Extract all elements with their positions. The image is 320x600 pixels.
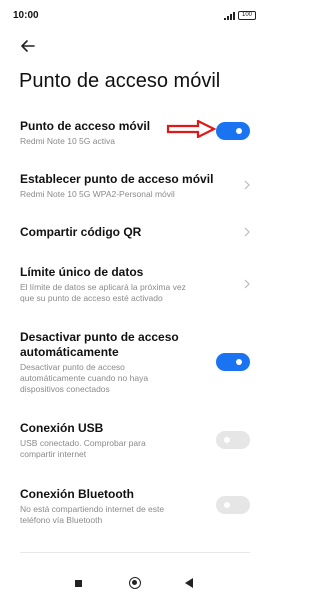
setting-row-usb[interactable]: Conexión USB USB conectado. Comprobar pa… xyxy=(0,418,270,462)
setting-row-data-limit[interactable]: Límite único de datos El límite de datos… xyxy=(0,262,270,306)
toggle-knob xyxy=(236,128,242,134)
battery-icon: 100 xyxy=(238,11,256,20)
chevron-right-icon xyxy=(244,180,250,190)
usb-toggle[interactable] xyxy=(216,431,250,449)
status-bar: 10:00 100 xyxy=(0,0,270,30)
signal-icon xyxy=(224,12,235,20)
setting-subtitle-line: El límite de datos se aplicará la próxim… xyxy=(20,282,186,292)
setting-title-line: automáticamente xyxy=(20,345,119,359)
setting-title: Conexión Bluetooth xyxy=(20,487,134,501)
setting-row-configure-hotspot[interactable]: Establecer punto de acceso móvil Redmi N… xyxy=(0,168,270,204)
setting-subtitle-line: teléfono vía Bluetooth xyxy=(20,515,103,525)
setting-row-share-qr[interactable]: Compartir código QR xyxy=(0,220,270,244)
setting-subtitle-line: compartir internet xyxy=(20,449,87,459)
bluetooth-toggle[interactable] xyxy=(216,496,250,514)
navigation-bar xyxy=(0,568,270,600)
chevron-right-icon xyxy=(244,279,250,289)
home-circle-icon[interactable] xyxy=(129,577,141,589)
setting-title: Límite único de datos xyxy=(20,265,144,279)
setting-row-auto-disable[interactable]: Desactivar punto de acceso automáticamen… xyxy=(0,328,270,396)
setting-row-hotspot[interactable]: Punto de acceso móvil Redmi Note 10 5G a… xyxy=(0,115,270,155)
setting-subtitle-line: Desactivar punto de acceso xyxy=(20,362,125,372)
setting-title: Conexión USB xyxy=(20,421,104,435)
setting-subtitle-line: dispositivos conectados xyxy=(20,384,110,394)
auto-disable-toggle[interactable] xyxy=(216,353,250,371)
chevron-right-icon xyxy=(244,227,250,237)
status-time: 10:00 xyxy=(13,10,39,21)
setting-row-bluetooth[interactable]: Conexión Bluetooth No está compartiendo … xyxy=(0,484,270,528)
setting-subtitle: Redmi Note 10 5G WPA2-Personal móvil xyxy=(20,189,175,199)
red-arrow-annotation xyxy=(166,120,216,138)
setting-subtitle-line: que su punto de acceso esté activado xyxy=(20,293,163,303)
recents-square-icon[interactable] xyxy=(75,580,82,587)
setting-subtitle-line: automáticamente cuando no haya xyxy=(20,373,149,383)
page-title: Punto de acceso móvil xyxy=(19,70,221,92)
back-triangle-icon[interactable] xyxy=(185,578,194,588)
toggle-knob xyxy=(236,359,242,365)
setting-subtitle-line: USB conectado. Comprobar para xyxy=(20,438,146,448)
home-dot xyxy=(132,580,137,585)
toggle-knob xyxy=(224,502,230,508)
arrow-left-icon[interactable] xyxy=(18,36,38,56)
setting-title: Compartir código QR xyxy=(20,225,142,239)
divider xyxy=(20,552,250,553)
setting-subtitle-line: No está compartiendo internet de este xyxy=(20,504,165,514)
setting-title: Establecer punto de acceso móvil xyxy=(20,172,214,186)
toggle-knob xyxy=(224,437,230,443)
hotspot-toggle[interactable] xyxy=(216,122,250,140)
setting-title-line: Desactivar punto de acceso xyxy=(20,330,179,344)
